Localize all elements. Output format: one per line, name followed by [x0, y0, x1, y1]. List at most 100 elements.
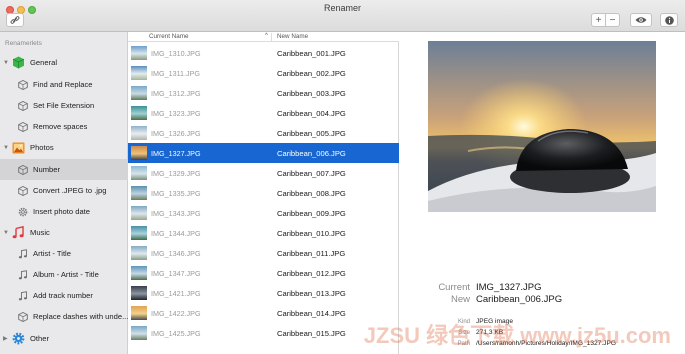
- photo-thumbnail: [131, 66, 147, 80]
- sidebar-item-insert-photo-date[interactable]: Insert photo date: [0, 201, 128, 222]
- disclosure-triangle-icon[interactable]: ▶: [3, 335, 9, 342]
- gear-blue-icon: [11, 332, 25, 346]
- current-name-cell: IMG_1311.JPG: [151, 69, 201, 78]
- remove-icon: −: [609, 14, 616, 26]
- disclosure-triangle-icon[interactable]: ▼: [3, 145, 9, 151]
- file-row[interactable]: IMG_1344.JPG Caribbean_010.JPG: [128, 223, 399, 243]
- photo-thumbnail: [131, 126, 147, 140]
- new-name-cell: Caribbean_001.JPG: [277, 49, 346, 58]
- sidebar-item-set-file-extension[interactable]: Set File Extension: [0, 95, 128, 116]
- new-name-cell: Caribbean_011.JPG: [277, 249, 346, 258]
- current-name-cell: IMG_1335.JPG: [151, 189, 201, 198]
- cube-gray-icon: [18, 185, 28, 196]
- sidebar-item-remove-spaces[interactable]: Remove spaces: [0, 116, 128, 137]
- new-name-cell: Caribbean_008.JPG: [277, 189, 346, 198]
- current-name-cell: IMG_1347.JPG: [151, 269, 201, 278]
- current-name-cell: IMG_1422.JPG: [151, 309, 201, 318]
- new-value: Caribbean_006.JPG: [476, 294, 563, 305]
- file-row[interactable]: IMG_1311.JPG Caribbean_002.JPG: [128, 63, 399, 83]
- sidebar-item-convert-jpeg[interactable]: Convert .JPEG to .jpg: [0, 180, 128, 201]
- photo-thumbnail: [131, 326, 147, 340]
- new-label: New: [450, 294, 470, 305]
- sidebar-item-label: Artist - Title: [33, 249, 71, 258]
- file-row[interactable]: IMG_1327.JPG Caribbean_006.JPG: [128, 143, 399, 163]
- file-row[interactable]: IMG_1422.JPG Caribbean_014.JPG: [128, 303, 399, 323]
- file-row[interactable]: IMG_1335.JPG Caribbean_008.JPG: [128, 183, 399, 203]
- disclosure-triangle-icon[interactable]: ▼: [3, 60, 9, 66]
- file-row[interactable]: IMG_1425.JPG Caribbean_015.JPG: [128, 323, 399, 343]
- new-name-cell: Caribbean_013.JPG: [277, 289, 346, 298]
- sidebar-item-label: Add track number: [33, 291, 93, 300]
- sidebar-item-find-and-replace[interactable]: Find and Replace: [0, 74, 128, 95]
- link-button[interactable]: [6, 13, 24, 27]
- photo-thumbnail: [131, 86, 147, 100]
- eye-icon: [635, 16, 647, 24]
- new-name-cell: Caribbean_012.JPG: [277, 269, 346, 278]
- sidebar-group-photos[interactable]: ▼ Photos: [0, 137, 128, 158]
- sidebar-group-general[interactable]: ▼ General: [0, 52, 128, 73]
- file-row[interactable]: IMG_1312.JPG Caribbean_003.JPG: [128, 83, 399, 103]
- music-note-gray-icon: [18, 248, 28, 259]
- music-note-gray-icon: [18, 290, 28, 301]
- preview-pane: Current IMG_1327.JPG New Caribbean_006.J…: [400, 32, 685, 354]
- sidebar-group-label: General: [30, 58, 58, 67]
- disclosure-triangle-icon[interactable]: ▼: [3, 230, 9, 236]
- file-row[interactable]: IMG_1326.JPG Caribbean_005.JPG: [128, 123, 399, 143]
- current-value: IMG_1327.JPG: [476, 282, 542, 293]
- sidebar-item-label: Find and Replace: [33, 80, 93, 89]
- music-note-icon: [11, 226, 25, 240]
- current-name-cell: IMG_1344.JPG: [151, 229, 201, 238]
- watermark: JZSU 绿色下载 www.jz5u.com: [363, 323, 671, 348]
- photo-thumbnail: [131, 266, 147, 280]
- file-row[interactable]: IMG_1347.JPG Caribbean_012.JPG: [128, 263, 399, 283]
- new-name-cell: Caribbean_010.JPG: [277, 229, 346, 238]
- cube-gray-icon: [18, 121, 28, 132]
- sidebar-item-number[interactable]: Number: [0, 159, 128, 180]
- sidebar-item-label: Album - Artist - Title: [33, 270, 99, 279]
- sidebar-item-artist-title[interactable]: Artist - Title: [0, 243, 128, 264]
- cube-gray-icon: [18, 100, 28, 111]
- list-header: Current Name ^ New Name: [128, 32, 399, 42]
- new-name-cell: Caribbean_003.JPG: [277, 89, 346, 98]
- file-row[interactable]: IMG_1310.JPG Caribbean_001.JPG: [128, 43, 399, 63]
- photo-icon: [11, 141, 25, 155]
- current-name-cell: IMG_1329.JPG: [151, 169, 201, 178]
- new-name-cell: Caribbean_009.JPG: [277, 209, 346, 218]
- current-name-cell: IMG_1327.JPG: [151, 149, 201, 158]
- photo-thumbnail: [131, 186, 147, 200]
- sidebar-item-album-artist-title[interactable]: Album - Artist - Title: [0, 264, 128, 285]
- preview-toggle-button[interactable]: [630, 13, 652, 27]
- sidebar-item-label: Convert .JPEG to .jpg: [33, 186, 107, 195]
- column-header-new-name[interactable]: New Name: [277, 33, 308, 40]
- file-list[interactable]: Current Name ^ New Name IMG_1310.JPG Cari…: [128, 32, 399, 354]
- file-row[interactable]: IMG_1346.JPG Caribbean_011.JPG: [128, 243, 399, 263]
- sidebar-group-label: Photos: [30, 143, 54, 152]
- current-name-cell: IMG_1343.JPG: [151, 209, 201, 218]
- current-label: Current: [438, 282, 470, 293]
- gear-gray-icon: [18, 207, 28, 217]
- sidebar-item-replace-dashes[interactable]: Replace dashes with unde...: [0, 306, 128, 327]
- link-icon: [10, 15, 20, 25]
- sidebar-group-music[interactable]: ▼ Music: [0, 222, 128, 243]
- file-row[interactable]: IMG_1343.JPG Caribbean_009.JPG: [128, 203, 399, 223]
- window-title: Renamer: [323, 3, 361, 13]
- music-note-gray-icon: [18, 269, 28, 280]
- remove-button[interactable]: −: [605, 13, 620, 27]
- sidebar-item-add-track-number[interactable]: Add track number: [0, 285, 128, 306]
- current-name-cell: IMG_1346.JPG: [151, 249, 201, 258]
- photo-thumbnail: [131, 166, 147, 180]
- file-row[interactable]: IMG_1323.JPG Caribbean_004.JPG: [128, 103, 399, 123]
- sidebar-header: Renamerlets: [5, 40, 42, 47]
- add-button[interactable]: +: [591, 13, 606, 27]
- column-divider[interactable]: [271, 33, 272, 41]
- photo-preview: [428, 41, 656, 212]
- current-name-cell: IMG_1323.JPG: [151, 109, 201, 118]
- info-button[interactable]: [660, 13, 678, 27]
- sidebar-group-label: Other: [30, 334, 49, 343]
- column-header-current-name[interactable]: Current Name: [149, 33, 189, 40]
- sidebar-group-other[interactable]: ▶ Other: [0, 328, 128, 349]
- sidebar-group-label: Music: [30, 228, 50, 237]
- current-name-cell: IMG_1425.JPG: [151, 329, 201, 338]
- file-row[interactable]: IMG_1421.JPG Caribbean_013.JPG: [128, 283, 399, 303]
- file-row[interactable]: IMG_1329.JPG Caribbean_007.JPG: [128, 163, 399, 183]
